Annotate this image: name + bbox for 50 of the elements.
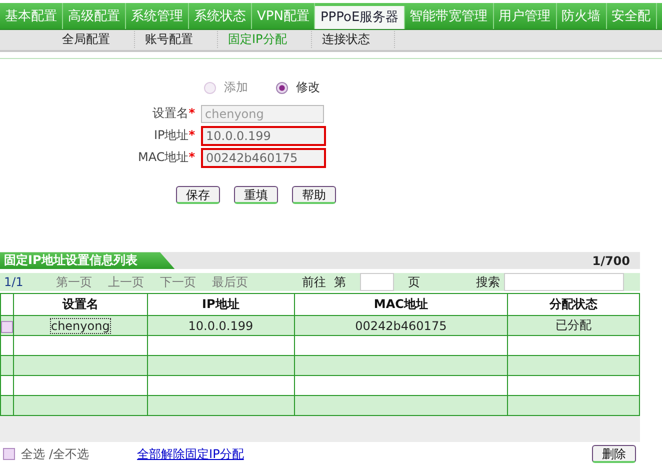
pager-link[interactable]: 下一页 (160, 274, 196, 291)
column-header: 设置名 (14, 294, 148, 316)
pager-link[interactable]: 最后页 (212, 274, 248, 291)
sub-tab[interactable]: 全局配置 (58, 31, 135, 48)
radio-label: 添加 (224, 79, 248, 96)
sub-tab[interactable]: 固定IP分配 (224, 31, 312, 48)
radio-button[interactable] (276, 82, 288, 94)
nav-tab[interactable]: 基本配置 (0, 3, 63, 29)
form-button[interactable]: 保存 (176, 186, 220, 204)
form-button[interactable]: 帮助 (292, 186, 336, 204)
nav-tab[interactable]: 高级配置 (63, 3, 126, 29)
record-count: 1/700 (592, 254, 631, 268)
field-label: MAC地址* (136, 149, 195, 166)
pager-link[interactable]: 第一页 (56, 274, 92, 291)
field-label: IP地址* (152, 127, 195, 144)
page-input-field[interactable] (360, 273, 394, 292)
row-checkbox[interactable] (1, 320, 13, 333)
nav-tab[interactable]: 智能带宽管理 (404, 3, 494, 29)
search-field[interactable] (504, 273, 624, 292)
release-all-link[interactable]: 全部解除固定IP分配 (137, 446, 244, 462)
goto-label: 前往 (302, 274, 326, 291)
delete-button[interactable]: 删除 (592, 445, 636, 463)
page-suffix: 页 (408, 274, 420, 291)
search-label: 搜索 (476, 274, 500, 291)
table-cell: 00242b460175 (355, 318, 447, 333)
pager-link[interactable]: 上一页 (108, 274, 144, 291)
sub-tab[interactable]: 连接状态 (318, 31, 395, 48)
table-cell: 已分配 (556, 318, 592, 332)
radio-label: 修改 (296, 79, 320, 96)
select-all-label[interactable]: 全选 (21, 446, 45, 462)
nav-tab[interactable]: 系统管理 (126, 3, 189, 29)
form-button[interactable]: 重填 (234, 186, 278, 204)
nav-tab[interactable]: 系统状态 (189, 3, 252, 29)
select-none-label[interactable]: /全不选 (49, 446, 90, 462)
input-field[interactable]: 10.0.0.199 (201, 126, 326, 146)
sub-tab[interactable]: 账号配置 (141, 31, 218, 48)
table-cell: 10.0.0.199 (188, 318, 254, 333)
input-field[interactable]: 00242b460175 (201, 148, 326, 168)
page-prefix: 第 (334, 274, 346, 291)
column-header: MAC地址 (294, 294, 508, 316)
field-label: 设置名* (152, 105, 195, 122)
table-cell: chenyong (50, 318, 110, 333)
nav-tab[interactable]: 防火墙 (556, 3, 607, 29)
page-indicator: 1/1 (3, 275, 24, 290)
column-header: 分配状态 (508, 294, 640, 316)
select-all-checkbox[interactable] (3, 448, 15, 460)
column-header: IP地址 (147, 294, 294, 316)
nav-tab[interactable]: PPPoE服务器 (315, 6, 405, 29)
nav-tab[interactable]: 安全配 (606, 3, 657, 29)
nav-tab[interactable]: 用户管理 (494, 3, 557, 29)
